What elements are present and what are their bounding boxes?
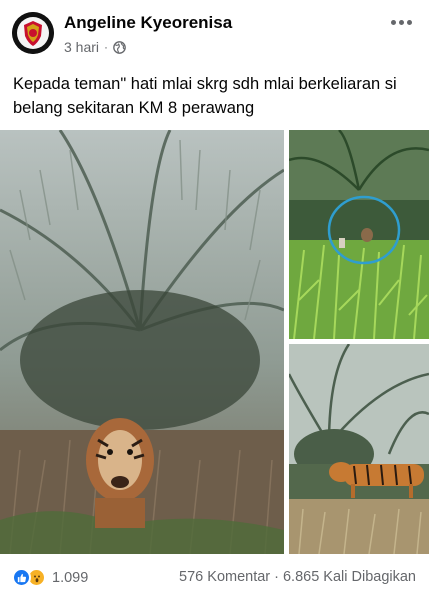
photo-tiger-under-palm[interactable] — [0, 130, 284, 554]
author-name[interactable]: Angeline Kyeorenisa — [64, 13, 232, 33]
comments-count[interactable]: 576 Komentar — [179, 569, 270, 585]
meta-separator: · — [104, 40, 109, 54]
post-footer: 1.099 576 Komentar · 6.865 Kali Dibagika… — [0, 560, 429, 596]
reaction-count: 1.099 — [52, 569, 89, 586]
stats-separator: · — [274, 569, 279, 585]
police-badge-avatar-icon — [12, 12, 54, 54]
post-meta: 3 hari · — [64, 39, 126, 55]
post-time[interactable]: 3 hari — [64, 39, 99, 55]
reactions-summary[interactable]: 1.099 — [12, 568, 88, 587]
post-text: Kepada teman" hati mlai skrg sdh mlai be… — [13, 75, 397, 117]
like-reaction-icon — [12, 568, 31, 587]
globe-icon[interactable] — [113, 40, 126, 54]
engagement-stats: 576 Komentar · 6.865 Kali Dibagikan — [179, 569, 416, 585]
photo-tiger-walking[interactable] — [289, 344, 429, 554]
post-header: Angeline Kyeorenisa 3 hari · — [0, 0, 429, 64]
photo-tiger-circled[interactable] — [289, 130, 429, 339]
author-avatar[interactable] — [12, 12, 54, 54]
photo-grid — [0, 130, 429, 554]
shares-count[interactable]: 6.865 Kali Dibagikan — [283, 569, 416, 585]
more-options-icon[interactable] — [387, 10, 415, 34]
